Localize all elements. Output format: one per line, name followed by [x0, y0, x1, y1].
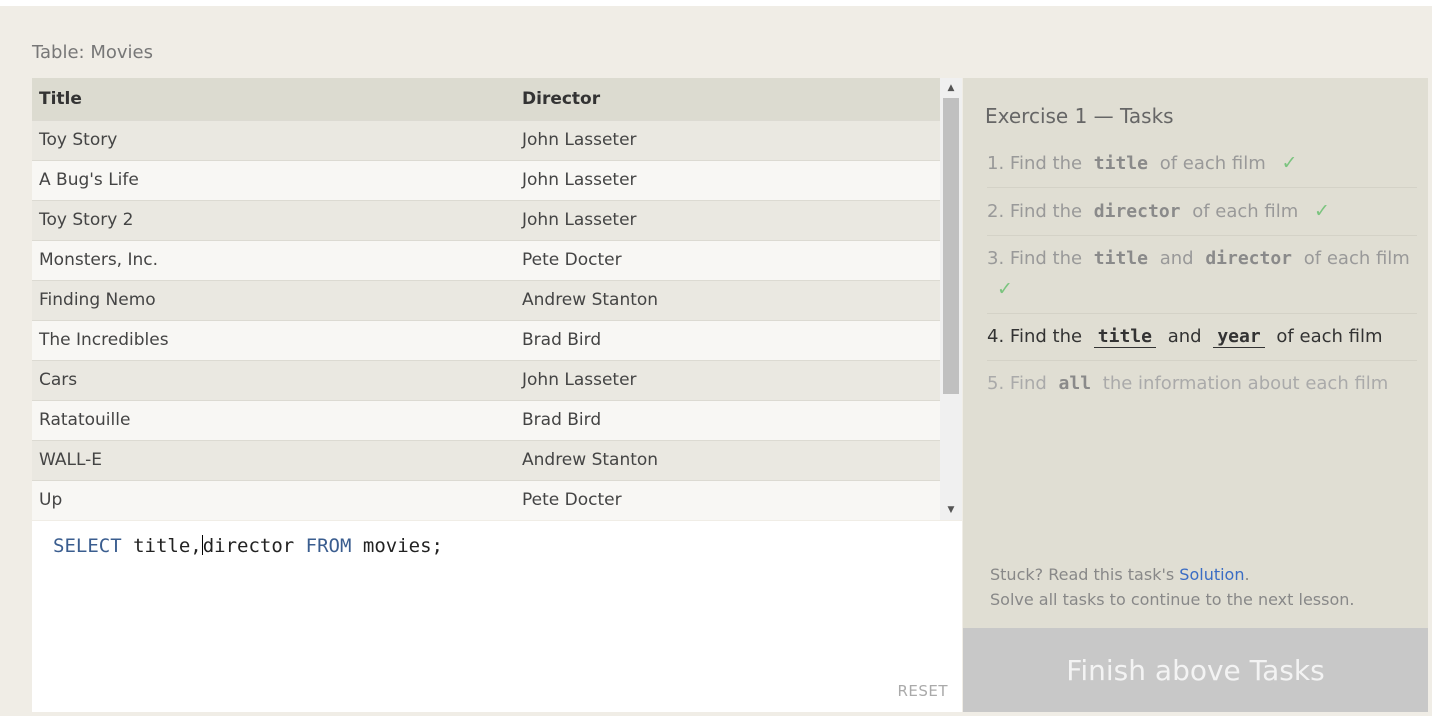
task-text: Find	[1009, 373, 1047, 394]
cell-title: Monsters, Inc.	[32, 239, 515, 280]
cell-title: Cars	[32, 359, 515, 400]
table-row: Toy Story John Lasseter	[32, 119, 940, 160]
cell-title: Ratatouille	[32, 399, 515, 440]
cell-director: Andrew Stanton	[515, 439, 940, 480]
table-row: Finding Nemo Andrew Stanton	[32, 279, 940, 320]
task-item-2: 2. Find the director of each film ✓	[987, 188, 1417, 236]
task-text: of each film	[1192, 201, 1299, 222]
task-text: Find the	[1009, 248, 1083, 269]
task-keyword: title	[1093, 326, 1156, 348]
sql-keyword-from: FROM	[305, 535, 352, 557]
checkmark-icon: ✓	[1281, 152, 1298, 174]
stuck-help-text: Stuck? Read this task's Solution. Solve …	[990, 562, 1354, 612]
cell-title: A Bug's Life	[32, 159, 515, 200]
task-number: 3.	[987, 248, 1005, 269]
task-text: Find the	[1009, 153, 1083, 174]
cell-director: John Lasseter	[515, 359, 940, 400]
top-band	[0, 0, 1432, 6]
task-keyword: title	[1093, 248, 1148, 269]
sql-text-director: director	[202, 535, 306, 557]
task-text: of each film	[1303, 248, 1410, 269]
tasks-title: Exercise 1 — Tasks	[985, 104, 1174, 128]
task-text: Find the	[1009, 326, 1083, 347]
scrollbar-thumb[interactable]	[943, 98, 959, 394]
sql-editor[interactable]: SELECT title,director FROM movies; RESET	[32, 521, 962, 712]
task-text: and	[1167, 326, 1202, 347]
cell-title: Toy Story 2	[32, 199, 515, 240]
cell-director: Brad Bird	[515, 319, 940, 360]
checkmark-icon: ✓	[1314, 200, 1330, 222]
results-table-container[interactable]: Title Director Toy Story John Lasseter A…	[32, 78, 962, 520]
table-row: Cars John Lasseter	[32, 359, 940, 400]
task-number: 4.	[987, 326, 1005, 347]
task-number: 2.	[987, 201, 1005, 222]
task-number: 1.	[987, 153, 1005, 174]
task-number: 5.	[987, 373, 1005, 394]
stuck-line: Stuck? Read this task's Solution.	[990, 562, 1354, 587]
task-text: the information about each film	[1102, 373, 1389, 394]
table-header-row: Title Director	[32, 78, 940, 120]
tasks-panel: Exercise 1 — Tasks 1. Find the title of …	[963, 78, 1428, 628]
stuck-period: .	[1244, 565, 1250, 584]
cell-title: Toy Story	[32, 119, 515, 160]
task-item-5: 5. Find all the information about each f…	[987, 361, 1417, 407]
task-text: Find the	[1009, 201, 1083, 222]
table-row: Ratatouille Brad Bird	[32, 399, 940, 440]
task-keyword: director	[1205, 248, 1293, 269]
task-keyword: all	[1058, 373, 1092, 394]
scroll-down-arrow-icon[interactable]: ▼	[940, 500, 962, 520]
solution-link[interactable]: Solution	[1179, 565, 1244, 584]
table-row: WALL-E Andrew Stanton	[32, 439, 940, 480]
task-keyword: title	[1093, 153, 1148, 174]
cell-director: John Lasseter	[515, 119, 940, 160]
reset-button[interactable]: RESET	[897, 682, 948, 700]
table-scrollbar[interactable]: ▲ ▼	[940, 78, 962, 520]
results-table: Title Director Toy Story John Lasseter A…	[32, 78, 940, 520]
cell-director: John Lasseter	[515, 159, 940, 200]
stuck-label: Stuck? Read this task's	[990, 565, 1175, 584]
task-text: and	[1159, 248, 1194, 269]
checkmark-icon: ✓	[997, 278, 1013, 300]
cell-director: Pete Docter	[515, 239, 940, 280]
cell-title: WALL-E	[32, 439, 515, 480]
cell-title: Up	[32, 479, 515, 520]
task-item-3: 3. Find the title and director of each f…	[987, 236, 1417, 314]
cell-director: Andrew Stanton	[515, 279, 940, 320]
table-row: Toy Story 2 John Lasseter	[32, 199, 940, 240]
cell-director: John Lasseter	[515, 199, 940, 240]
table-caption: Table: Movies	[32, 42, 153, 63]
table-row: Monsters, Inc. Pete Docter	[32, 239, 940, 280]
task-list: 1. Find the title of each film ✓ 2. Find…	[987, 140, 1417, 407]
sql-query-text[interactable]: SELECT title,director FROM movies;	[53, 535, 443, 557]
column-header-director: Director	[515, 78, 940, 120]
task-item-1: 1. Find the title of each film ✓	[987, 140, 1417, 188]
cell-title: The Incredibles	[32, 319, 515, 360]
table-row: The Incredibles Brad Bird	[32, 319, 940, 360]
cell-title: Finding Nemo	[32, 279, 515, 320]
task-keyword: director	[1093, 201, 1181, 222]
task-text: of each film	[1159, 153, 1266, 174]
sql-keyword-select: SELECT	[53, 535, 122, 557]
cell-director: Brad Bird	[515, 399, 940, 440]
finish-tasks-button[interactable]: Finish above Tasks	[963, 628, 1428, 712]
column-header-title: Title	[32, 78, 515, 120]
table-row: A Bug's Life John Lasseter	[32, 159, 940, 200]
table-row: Up Pete Docter	[32, 479, 940, 520]
sql-text-columns: title,	[121, 535, 202, 557]
sql-text-table: movies;	[351, 535, 443, 557]
task-item-4: 4. Find the title and year of each film	[987, 314, 1417, 361]
cell-director: Pete Docter	[515, 479, 940, 520]
task-keyword: year	[1213, 326, 1265, 348]
task-text: of each film	[1276, 326, 1383, 347]
scroll-up-arrow-icon[interactable]: ▲	[940, 78, 962, 98]
continue-hint: Solve all tasks to continue to the next …	[990, 590, 1355, 609]
